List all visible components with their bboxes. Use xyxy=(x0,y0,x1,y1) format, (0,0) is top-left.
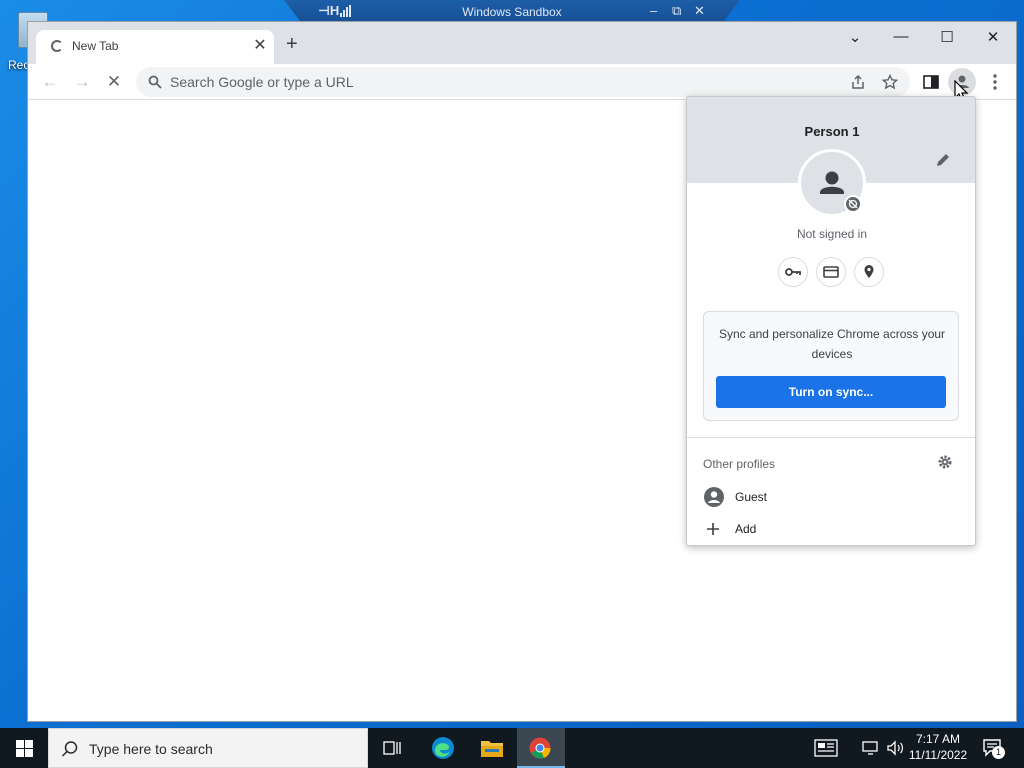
stop-loading-button[interactable]: ✕ xyxy=(102,70,126,94)
notification-count-badge: 1 xyxy=(992,746,1005,759)
side-panel-icon[interactable] xyxy=(918,69,944,95)
sandbox-title-bar: ⊣H Windows Sandbox – ⧉ ✕ xyxy=(284,0,740,24)
profile-item-label: Add xyxy=(735,522,757,536)
sync-promo-card: Sync and personalize Chrome across your … xyxy=(703,311,959,421)
sandbox-minimize-button[interactable]: – xyxy=(650,3,657,18)
address-bar[interactable]: Search Google or type a URL xyxy=(136,67,910,97)
address-bar-placeholder: Search Google or type a URL xyxy=(170,74,354,90)
search-icon xyxy=(61,741,78,757)
taskbar-search-placeholder: Type here to search xyxy=(89,741,213,757)
key-icon xyxy=(785,268,801,276)
tab-close-button[interactable]: ✕ xyxy=(250,35,270,55)
tab-new-tab[interactable]: New Tab ✕ xyxy=(36,30,274,64)
task-view-button[interactable] xyxy=(368,728,416,768)
back-button[interactable]: ← xyxy=(38,70,62,94)
sign-in-status: Not signed in xyxy=(796,227,868,241)
profile-item-label: Guest xyxy=(735,490,768,504)
addresses-button[interactable] xyxy=(854,257,884,287)
task-view-icon xyxy=(383,741,401,755)
taskbar-search[interactable]: Type here to search xyxy=(48,728,368,768)
profile-item-guest[interactable]: Guest xyxy=(703,483,963,511)
credit-card-icon xyxy=(823,266,839,278)
gear-icon[interactable] xyxy=(937,454,953,470)
sandbox-restore-button[interactable]: ⧉ xyxy=(672,3,681,19)
browser-toolbar: ← → ✕ Search Google or type a URL xyxy=(28,64,1016,100)
forward-button[interactable]: → xyxy=(70,70,94,94)
file-explorer-taskbar-button[interactable] xyxy=(468,728,516,768)
tab-title: New Tab xyxy=(72,39,119,53)
profile-item-add[interactable]: Add xyxy=(703,515,963,543)
minimize-button[interactable]: — xyxy=(878,28,924,54)
news-widget-icon[interactable] xyxy=(814,739,838,757)
system-clock[interactable]: 7:17 AM 11/11/2022 xyxy=(906,731,970,763)
profile-name: Person 1 xyxy=(804,124,860,139)
more-menu-icon[interactable] xyxy=(982,69,1008,95)
divider xyxy=(687,437,975,438)
clock-date: 11/11/2022 xyxy=(908,748,968,762)
profile-menu: Person 1 Not signed in Sync and personal… xyxy=(686,96,976,546)
close-button[interactable]: ✕ xyxy=(970,28,1016,54)
guest-avatar-icon xyxy=(704,487,724,507)
clock-time: 7:17 AM xyxy=(915,732,961,746)
sandbox-close-button[interactable]: ✕ xyxy=(694,3,705,19)
start-button[interactable] xyxy=(0,728,48,768)
windows-logo-icon xyxy=(16,740,33,757)
tab-search-button[interactable]: ⌄ xyxy=(832,28,878,54)
new-tab-button[interactable]: + xyxy=(286,33,298,56)
file-explorer-icon xyxy=(481,741,503,757)
edge-icon xyxy=(432,737,454,759)
chrome-taskbar-button[interactable] xyxy=(517,728,565,768)
chrome-icon xyxy=(529,737,551,759)
edge-taskbar-button[interactable] xyxy=(419,728,467,768)
search-icon xyxy=(148,75,162,89)
network-icon[interactable] xyxy=(862,741,880,755)
tab-strip: New Tab ✕ + ⌄ — ☐ ✕ xyxy=(28,22,1016,64)
other-profiles-heading: Other profiles xyxy=(703,457,776,471)
turn-on-sync-button[interactable]: Turn on sync... xyxy=(716,376,946,408)
loading-spinner-icon xyxy=(51,40,63,52)
sync-paused-icon xyxy=(844,195,862,213)
maximize-button[interactable]: ☐ xyxy=(924,28,970,54)
sync-promo-text: Sync and personalize Chrome across your … xyxy=(718,327,946,361)
recycle-bin-label: Rec xyxy=(8,58,30,72)
volume-icon[interactable] xyxy=(886,740,904,756)
location-pin-icon xyxy=(864,265,874,278)
plus-icon xyxy=(707,523,719,535)
edit-profile-icon[interactable] xyxy=(935,152,951,168)
share-icon[interactable] xyxy=(850,74,866,90)
bookmark-star-icon[interactable] xyxy=(882,74,898,90)
notification-center-button[interactable]: 1 xyxy=(982,738,1005,759)
payment-methods-button[interactable] xyxy=(816,257,846,287)
taskbar: Type here to search 7:17 AM 11/11/2022 1 xyxy=(0,728,1024,768)
passwords-button[interactable] xyxy=(778,257,808,287)
